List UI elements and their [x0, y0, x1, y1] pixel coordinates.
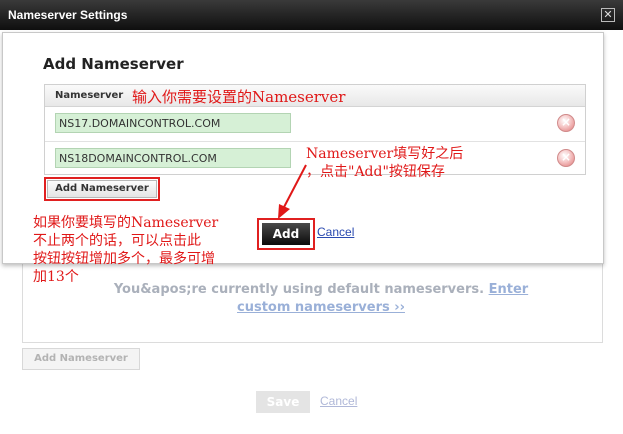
annotation-arrow-icon: [278, 164, 307, 219]
nameserver-settings-window: Nameserver Settings ✕ You&apos;re curren…: [0, 0, 623, 434]
